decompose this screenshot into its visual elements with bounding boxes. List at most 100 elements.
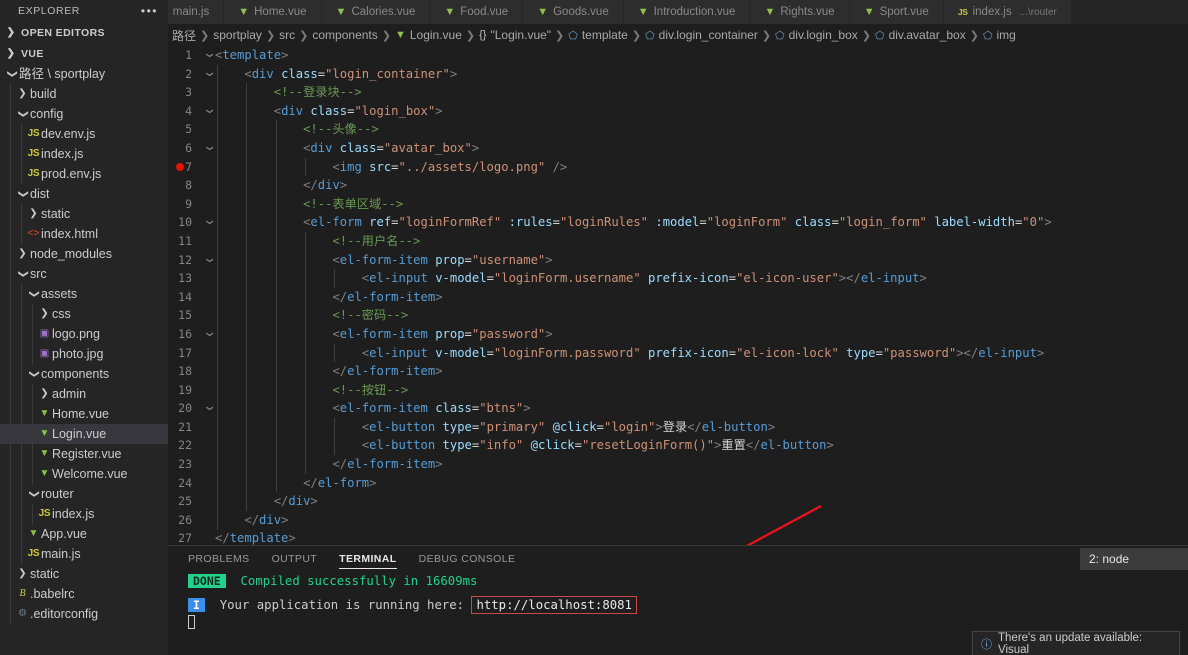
editor-tab-introduction-vue[interactable]: ▼ Introduction.vue bbox=[623, 0, 751, 24]
editor-tab-food-vue[interactable]: ▼ Food.vue bbox=[430, 0, 524, 24]
editor-tab-index-js[interactable]: JS index.js ...\router bbox=[943, 0, 1072, 24]
image-icon: ▣ bbox=[39, 348, 50, 359]
tree-item-label: assets bbox=[41, 287, 78, 301]
line-number: 23 bbox=[178, 457, 192, 472]
tree-item[interactable]: ❯ src bbox=[0, 264, 168, 284]
line-number: 10 bbox=[178, 215, 192, 230]
breadcrumb-item[interactable]: 路径 bbox=[172, 27, 196, 44]
tree-item[interactable]: B .babelrc bbox=[0, 584, 168, 604]
tree-item-label: config bbox=[30, 107, 64, 121]
line-number: 21 bbox=[178, 419, 192, 434]
tree-item[interactable]: ❯ static bbox=[0, 204, 168, 224]
explorer-header: EXPLORER ••• bbox=[0, 0, 168, 22]
tree-item[interactable]: ❯ components bbox=[0, 364, 168, 384]
code-line: 19 <!--按钮--> bbox=[168, 381, 1188, 400]
code-line: 23 </el-form-item> bbox=[168, 455, 1188, 474]
tree-item-label: index.js bbox=[52, 507, 95, 521]
tree-item-label: index.js bbox=[41, 147, 84, 161]
tree-item[interactable]: ❯ node_modules bbox=[0, 244, 168, 264]
gear-icon: ⚙ bbox=[18, 608, 27, 619]
update-notification[interactable]: ⓘ There's an update available: Visual bbox=[972, 631, 1180, 655]
terminal-line-url: I Your application is running here: http… bbox=[188, 596, 1188, 615]
code-line: 26 </div> bbox=[168, 511, 1188, 530]
code-line: 20 ❯ <el-form-item class="btns"> bbox=[168, 399, 1188, 418]
code-line: 4 ❯ <div class="login_box"> bbox=[168, 102, 1188, 121]
notification-text: There's an update available: Visual bbox=[998, 631, 1143, 655]
tree-item[interactable]: ❯ 路径 \ sportplay bbox=[0, 64, 168, 84]
tree-item[interactable]: ❯ router bbox=[0, 484, 168, 504]
tree-item[interactable]: ❯ admin bbox=[0, 384, 168, 404]
code-line: 3 <!--登录块--> bbox=[168, 83, 1188, 102]
tree-item[interactable]: ❯ static bbox=[0, 564, 168, 584]
babel-icon: B bbox=[19, 588, 26, 599]
open-editors-section[interactable]: ❯ OPEN EDITORS bbox=[0, 22, 168, 43]
vue-project-section[interactable]: ❯ VUE bbox=[0, 43, 168, 64]
code-line: 12 ❯ <el-form-item prop="username"> bbox=[168, 251, 1188, 270]
tree-item[interactable]: JS prod.env.js bbox=[0, 164, 168, 184]
editor-tab-calories-vue[interactable]: ▼ Calories.vue bbox=[321, 0, 431, 24]
code-line: 1 ❯ <template> bbox=[168, 46, 1188, 65]
code-line: 18 </el-form-item> bbox=[168, 362, 1188, 381]
chevron-down-icon: ❯ bbox=[17, 189, 29, 199]
panel-tab-problems[interactable]: PROBLEMS bbox=[188, 546, 250, 572]
breadcrumb-item[interactable]: {} "Login.vue" bbox=[479, 28, 551, 42]
tree-item[interactable]: ▣ photo.jpg bbox=[0, 344, 168, 364]
editor-tab-rights-vue[interactable]: ▼ Rights.vue bbox=[750, 0, 850, 24]
breadcrumb-item[interactable]: ▼ Login.vue bbox=[395, 28, 462, 42]
tree-item[interactable]: ❯ config bbox=[0, 104, 168, 124]
breadcrumb-item[interactable]: ⬠ div.avatar_box bbox=[875, 28, 966, 42]
terminal-output[interactable]: DONE Compiled successfully in 16609ms I … bbox=[168, 572, 1188, 635]
breadcrumb-item[interactable]: ⬠ div.login_container bbox=[645, 28, 758, 42]
vue-icon: ▼ bbox=[863, 6, 875, 18]
panel-tab-terminal[interactable]: TERMINAL bbox=[339, 546, 398, 572]
tree-item[interactable]: JS index.js bbox=[0, 504, 168, 524]
tab-label: Rights.vue bbox=[780, 6, 835, 18]
line-number: 27 bbox=[178, 531, 192, 545]
tree-item[interactable]: <> index.html bbox=[0, 224, 168, 244]
tree-item[interactable]: ❯ dist bbox=[0, 184, 168, 204]
terminal-selector[interactable]: 2: node bbox=[1080, 548, 1188, 570]
editor-tab-sport-vue[interactable]: ▼ Sport.vue bbox=[849, 0, 944, 24]
breadcrumb-item[interactable]: sportplay bbox=[213, 28, 262, 42]
more-actions-icon[interactable]: ••• bbox=[141, 4, 158, 18]
tab-label: main.js bbox=[172, 6, 210, 18]
tree-item[interactable]: JS dev.env.js bbox=[0, 124, 168, 144]
panel-tab-debug-console[interactable]: DEBUG CONSOLE bbox=[419, 546, 516, 572]
editor-area: JSmain.js▼Home.vue▼Calories.vue▼Food.vue… bbox=[168, 0, 1188, 655]
tree-item[interactable]: JS main.js bbox=[0, 544, 168, 564]
panel-tab-output[interactable]: OUTPUT bbox=[272, 546, 318, 572]
tree-item-label: App.vue bbox=[41, 527, 87, 541]
tree-item[interactable]: ❯ assets bbox=[0, 284, 168, 304]
tree-item[interactable]: JS index.js bbox=[0, 144, 168, 164]
breadcrumb-item[interactable]: components bbox=[312, 28, 377, 42]
tree-item[interactable]: ▼ Home.vue bbox=[0, 404, 168, 424]
editor-tab-main-js[interactable]: JSmain.js bbox=[168, 0, 225, 24]
tree-item[interactable]: ❯ css bbox=[0, 304, 168, 324]
chevron-right-icon: ❯ bbox=[18, 88, 27, 99]
localhost-url[interactable]: http://localhost:8081 bbox=[471, 596, 637, 614]
code-line: 6 ❯ <div class="avatar_box"> bbox=[168, 139, 1188, 158]
tree-item[interactable]: ▼ App.vue bbox=[0, 524, 168, 544]
tree-item-selected[interactable]: ▼ Login.vue bbox=[0, 424, 168, 444]
chevron-right-icon: ❯ bbox=[29, 208, 38, 219]
tree-item[interactable]: ❯ build bbox=[0, 84, 168, 104]
breadcrumb-item[interactable]: ⬠ img bbox=[983, 28, 1016, 42]
tree-item[interactable]: ▼ Welcome.vue bbox=[0, 464, 168, 484]
info-icon: ⓘ bbox=[981, 638, 992, 651]
breadcrumb-item[interactable]: src bbox=[279, 28, 295, 42]
breakpoint-icon[interactable] bbox=[176, 162, 184, 171]
editor-tab-goods-vue[interactable]: ▼ Goods.vue bbox=[523, 0, 624, 24]
line-number: 1 bbox=[185, 48, 192, 62]
editor-tab-home-vue[interactable]: ▼ Home.vue bbox=[224, 0, 322, 24]
code-editor[interactable]: 1 ❯ <template> 2 ❯ <div class="login_containe… bbox=[168, 46, 1188, 545]
breadcrumb-label: src bbox=[279, 28, 296, 42]
tree-item[interactable]: ⚙ .editorconfig bbox=[0, 604, 168, 624]
tree-item[interactable]: ▼ Register.vue bbox=[0, 444, 168, 464]
panel-tab-bar: PROBLEMS OUTPUT TERMINAL DEBUG CONSOLE bbox=[168, 546, 1188, 572]
breadcrumb-item[interactable]: ⬠ template bbox=[568, 28, 628, 42]
chevron-down-icon: ❯ bbox=[28, 489, 40, 499]
breadcrumb-label: div.login_container bbox=[658, 28, 758, 42]
vue-icon: ▼ bbox=[394, 29, 406, 41]
breadcrumb-item[interactable]: ⬠ div.login_box bbox=[775, 28, 858, 42]
tree-item[interactable]: ▣ logo.png bbox=[0, 324, 168, 344]
